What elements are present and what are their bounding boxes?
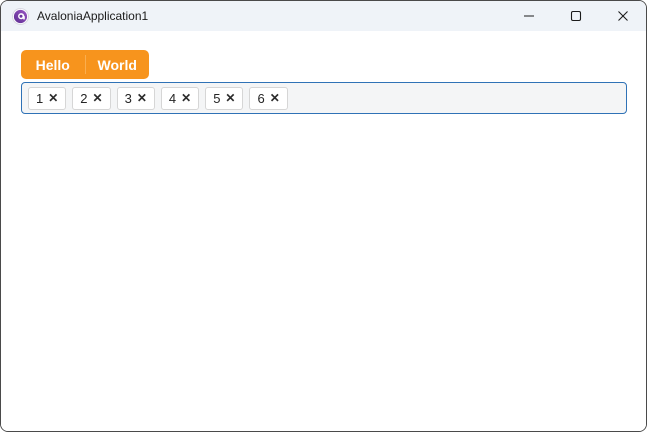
- window-title: AvaloniaApplication1: [37, 9, 149, 23]
- close-button[interactable]: [599, 1, 646, 31]
- minimize-icon: [523, 15, 534, 17]
- chip-6: 6 ✕: [249, 86, 288, 110]
- chip-label: 1: [36, 90, 44, 106]
- window-controls: [505, 1, 646, 31]
- chip-input-container[interactable]: 1 ✕ 2 ✕ 3 ✕ 4 ✕ 5 ✕ 6 ✕: [21, 82, 627, 114]
- chip-remove-icon[interactable]: ✕: [270, 92, 280, 104]
- chip-label: 3: [124, 90, 132, 106]
- chip-1: 1 ✕: [28, 86, 67, 110]
- chip-2: 2 ✕: [72, 86, 111, 110]
- chip-remove-icon[interactable]: ✕: [225, 92, 235, 104]
- chip-label: 2: [80, 90, 88, 106]
- chip-5: 5 ✕: [205, 86, 244, 110]
- maximize-icon: [570, 10, 581, 22]
- chip-label: 6: [257, 90, 265, 106]
- chip-remove-icon[interactable]: ✕: [137, 92, 147, 104]
- tab-strip: Hello World: [21, 50, 149, 79]
- chip-label: 5: [213, 90, 221, 106]
- window-content: Hello World 1 ✕ 2 ✕ 3 ✕ 4 ✕ 5 ✕ 6 ✕: [1, 31, 646, 431]
- maximize-button[interactable]: [552, 1, 599, 31]
- chip-remove-icon[interactable]: ✕: [48, 92, 58, 104]
- chip-4: 4 ✕: [160, 86, 200, 110]
- tab-hello[interactable]: Hello: [21, 50, 85, 79]
- minimize-button[interactable]: [505, 1, 552, 31]
- chip-remove-icon[interactable]: ✕: [93, 92, 103, 104]
- chip-3: 3 ✕: [116, 86, 155, 110]
- chip-label: 4: [168, 90, 177, 106]
- avalonia-logo-icon: [12, 7, 29, 25]
- tab-world[interactable]: World: [86, 50, 150, 79]
- titlebar[interactable]: AvaloniaApplication1: [1, 1, 646, 31]
- app-window: AvaloniaApplication1 Hello World 1 ✕ 2 ✕…: [0, 0, 647, 432]
- close-icon: [617, 11, 628, 21]
- chip-remove-icon[interactable]: ✕: [181, 92, 191, 104]
